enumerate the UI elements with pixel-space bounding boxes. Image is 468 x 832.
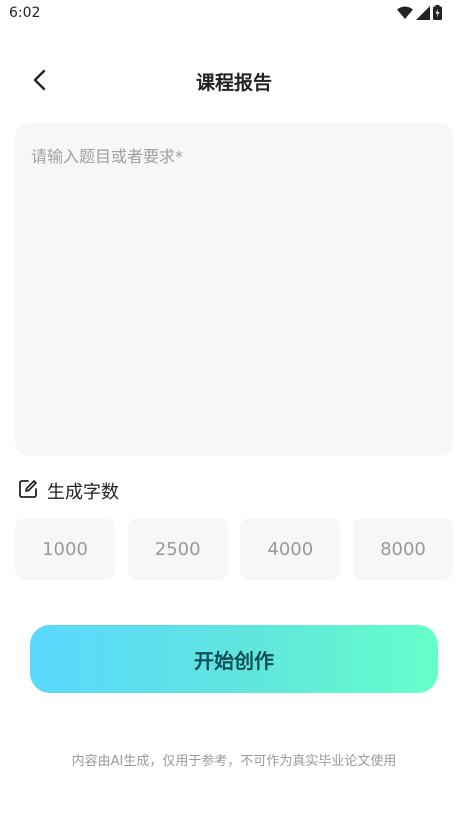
cellular-signal-icon (416, 5, 430, 20)
disclaimer-text: 内容由AI生成，仅用于参考，不可作为真实毕业论文使用 (71, 754, 397, 769)
start-creation-button[interactable]: 开始创作 (30, 625, 438, 693)
status-time: 6:02 (9, 5, 41, 21)
word-count-option-1000[interactable]: 1000 (15, 518, 115, 580)
word-count-label: 生成字数 (47, 482, 119, 503)
topic-input-container (15, 123, 453, 456)
battery-charging-icon (433, 5, 442, 20)
header: 课程报告 (0, 56, 468, 108)
word-count-option-4000[interactable]: 4000 (240, 518, 341, 580)
status-bar: 6:02 (0, 0, 468, 26)
edit-icon (17, 478, 39, 504)
status-icons (397, 5, 442, 20)
wifi-icon (397, 6, 413, 19)
word-count-option-2500[interactable]: 2500 (127, 518, 228, 580)
word-count-section-header: 生成字数 (17, 478, 119, 504)
page-title: 课程报告 (195, 72, 272, 94)
topic-input[interactable] (15, 123, 453, 456)
word-count-options: 1000 2500 4000 8000 (15, 518, 453, 580)
word-count-option-8000[interactable]: 8000 (352, 518, 453, 580)
